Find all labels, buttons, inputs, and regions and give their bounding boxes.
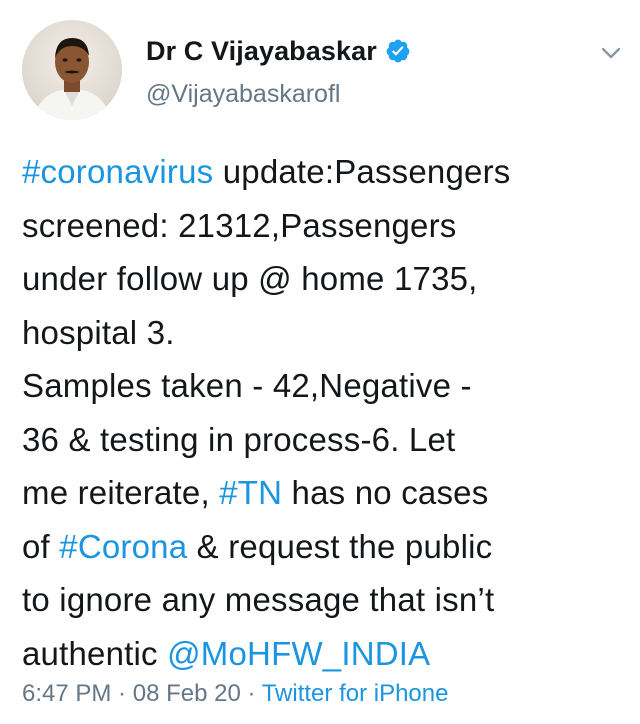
- tweet-metadata: 6:47 PM · 08 Feb 20 · Twitter for iPhone: [22, 680, 448, 708]
- author-handle[interactable]: @Vijayabaskarofl: [146, 80, 411, 109]
- tweet-text-segment: screened: 21312,Passengers: [22, 206, 457, 244]
- avatar-image: [22, 20, 122, 120]
- name-row: Dr C Vijayabaskar: [146, 34, 411, 68]
- tweet-text-segment: update:Passengers: [213, 153, 511, 190]
- tweet-text-segment: authentic: [22, 634, 168, 672]
- tweet-text-segment: of: [22, 527, 60, 565]
- tweet-text-line: authentic @MoHFW_INDIA: [22, 627, 632, 681]
- hashtag-link[interactable]: #coronavirus: [22, 153, 213, 190]
- tweet-text-line: #coronavirus update:Passengers: [22, 145, 632, 199]
- meta-separator: ·: [111, 680, 133, 707]
- author-info: Dr C Vijayabaskar @Vijayabaskarofl: [146, 34, 411, 109]
- tweet-text-line: screened: 21312,Passengers: [22, 199, 632, 253]
- tweet-text-segment: to ignore any message that isn’t: [22, 581, 495, 618]
- author-display-name[interactable]: Dr C Vijayabaskar: [146, 36, 377, 67]
- tweet-time[interactable]: 6:47 PM: [22, 680, 111, 707]
- tweet-text-line: of #Corona & request the public: [22, 520, 632, 574]
- tweet-text-line: me reiterate, #TN has no cases: [22, 466, 632, 520]
- verified-badge-icon: [385, 38, 411, 64]
- tweet-date[interactable]: 08 Feb 20: [133, 680, 241, 707]
- chevron-down-icon[interactable]: [600, 42, 622, 64]
- tweet-text-line: under follow up @ home 1735,: [22, 252, 632, 306]
- tweet-source-link[interactable]: Twitter for iPhone: [262, 680, 449, 707]
- tweet-card: Dr C Vijayabaskar @Vijayabaskarofl #coro…: [0, 0, 640, 724]
- mention-link[interactable]: @MoHFW_INDIA: [167, 635, 430, 672]
- meta-separator: ·: [240, 680, 262, 707]
- tweet-text-line: hospital 3.: [22, 306, 632, 360]
- tweet-text-segment: me reiterate,: [22, 474, 220, 511]
- tweet-text-segment: hospital 3.: [22, 313, 175, 351]
- tweet-header: Dr C Vijayabaskar @Vijayabaskarofl: [22, 20, 622, 130]
- tweet-text-line: to ignore any message that isn’t: [22, 573, 632, 627]
- avatar[interactable]: [22, 20, 122, 120]
- tweet-text-segment: & request the public: [187, 527, 493, 565]
- tweet-text: #coronavirus update:Passengers screened: …: [22, 145, 632, 680]
- tweet-text-segment: 36 & testing in process-6. Let: [22, 420, 456, 458]
- tweet-text-segment: has no cases: [282, 474, 489, 511]
- tweet-text-segment: under follow up @ home 1735,: [22, 260, 478, 297]
- tweet-text-line: 36 & testing in process-6. Let: [22, 413, 632, 467]
- hashtag-link[interactable]: #Corona: [59, 528, 187, 565]
- tweet-text-line: Samples taken - 42,Negative -: [22, 359, 632, 413]
- hashtag-link[interactable]: #TN: [219, 474, 282, 511]
- tweet-text-segment: Samples taken - 42,Negative -: [22, 367, 472, 404]
